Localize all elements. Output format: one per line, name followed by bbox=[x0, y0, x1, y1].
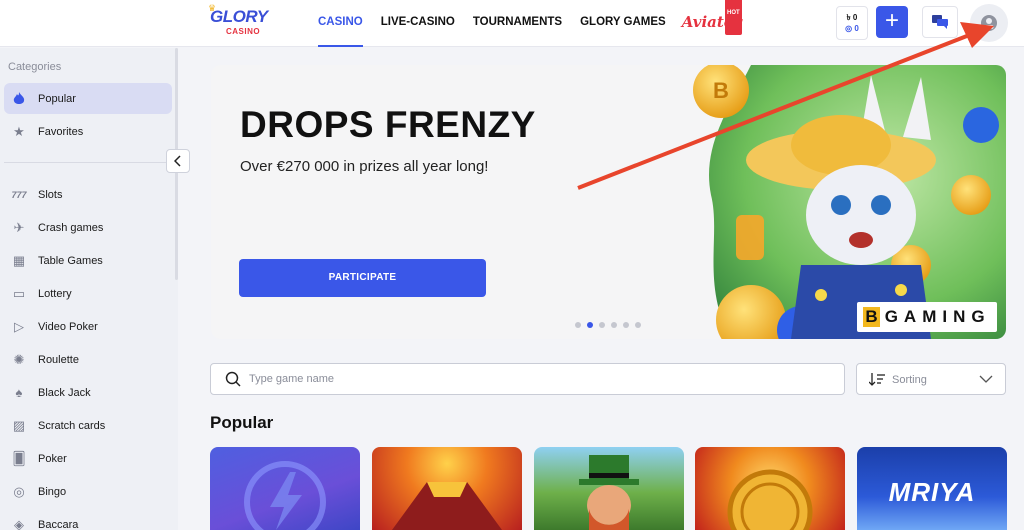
sidebar-item-label: Lottery bbox=[38, 287, 72, 300]
sidebar-item-label: Slots bbox=[38, 188, 63, 201]
chevron-left-icon bbox=[174, 155, 181, 167]
cards-icon: 🂠 bbox=[12, 450, 26, 466]
sidebar-item-bingo[interactable]: ◎ Bingo bbox=[4, 476, 172, 507]
carousel-dot[interactable] bbox=[611, 322, 617, 328]
sidebar-item-black-jack[interactable]: ♠ Black Jack bbox=[4, 377, 172, 408]
carousel-dot[interactable] bbox=[623, 322, 629, 328]
plane-icon: ✈ bbox=[13, 219, 25, 235]
user-icon bbox=[981, 15, 997, 31]
game-tile-leprechaun[interactable] bbox=[534, 447, 684, 530]
search-icon bbox=[225, 371, 241, 387]
sidebar-item-lottery[interactable]: ▭ Lottery bbox=[4, 278, 172, 309]
sidebar-item-label: Favorites bbox=[38, 125, 84, 138]
hot-badge: HOT bbox=[725, 0, 742, 35]
sidebar-collapse-button[interactable] bbox=[166, 149, 190, 173]
chat-button[interactable] bbox=[922, 6, 958, 38]
carousel-dot-active[interactable] bbox=[587, 322, 593, 328]
play-icon: ▷ bbox=[14, 318, 24, 334]
categories-title: Categories bbox=[8, 61, 62, 73]
leprechaun-icon bbox=[579, 455, 639, 530]
svg-text:B: B bbox=[713, 78, 729, 103]
sidebar-item-scratch-cards[interactable]: ▨ Scratch cards bbox=[4, 410, 172, 441]
sidebar-item-label: Crash games bbox=[38, 221, 104, 234]
sidebar-item-label: Bingo bbox=[38, 485, 67, 498]
sidebar-item-label: Baccara bbox=[38, 518, 79, 530]
sidebar-item-favorites[interactable]: ★ Favorites bbox=[4, 116, 172, 147]
provider-logo-b: B bbox=[863, 307, 880, 327]
bunny-illustration: B bbox=[693, 65, 1006, 339]
sidebar-item-label: Black Jack bbox=[38, 386, 91, 399]
nav-tournaments[interactable]: TOURNAMENTS bbox=[473, 0, 562, 47]
main-nav: CASINO LIVE-CASINO TOURNAMENTS GLORY GAM… bbox=[318, 0, 760, 47]
plus-icon: + bbox=[884, 7, 899, 34]
banner-subtitle: Over €270 000 in prizes all year long! bbox=[240, 158, 489, 175]
star-icon: ★ bbox=[13, 123, 25, 139]
carousel-dot[interactable] bbox=[599, 322, 605, 328]
game-tile-volcano[interactable] bbox=[372, 447, 522, 530]
search-input[interactable] bbox=[249, 365, 829, 393]
banner-title: DROPS FRENZY bbox=[240, 104, 536, 145]
spade-icon: ♠ bbox=[15, 385, 23, 400]
provider-logo-rest: GAMING bbox=[884, 307, 991, 326]
top-header: ♛ GLORY CASINO CASINO LIVE-CASINO TOURNA… bbox=[0, 0, 1024, 47]
sorting-label: Sorting bbox=[892, 374, 927, 386]
deposit-plus-button[interactable]: + bbox=[876, 6, 908, 38]
bgaming-provider-logo: B GAMING bbox=[857, 302, 997, 332]
sidebar-item-baccara[interactable]: ◈ Baccara bbox=[4, 509, 172, 530]
carousel-dot[interactable] bbox=[635, 322, 641, 328]
sidebar-item-table-games[interactable]: ▦ Table Games bbox=[4, 245, 172, 276]
sidebar-item-label: Scratch cards bbox=[38, 419, 106, 432]
sidebar-item-crash-games[interactable]: ✈ Crash games bbox=[4, 212, 172, 243]
baccara-icon: ◈ bbox=[14, 516, 24, 530]
sidebar-item-label: Poker bbox=[38, 452, 67, 465]
chevron-down-icon bbox=[979, 375, 993, 383]
table-games-icon: ▦ bbox=[12, 252, 26, 268]
section-title-popular: Popular bbox=[210, 413, 274, 432]
nav-casino[interactable]: CASINO bbox=[318, 0, 363, 47]
roulette-icon: ✺ bbox=[13, 351, 25, 367]
sidebar-item-slots[interactable]: 777 Slots bbox=[4, 179, 172, 210]
user-avatar-button[interactable] bbox=[970, 4, 1008, 42]
nav-aviator[interactable]: Aviator HOT bbox=[682, 0, 742, 47]
logo-subtext: CASINO bbox=[226, 27, 261, 36]
balance-main: ৳ 0 bbox=[846, 13, 858, 22]
sidebar-item-poker[interactable]: 🂠 Poker bbox=[4, 443, 172, 474]
ticket-icon: ▭ bbox=[12, 285, 26, 301]
game-tile-lightning[interactable] bbox=[210, 447, 360, 530]
scratch-card-icon: ▨ bbox=[12, 417, 26, 433]
bingo-ball-icon: ◎ bbox=[13, 483, 25, 499]
game-tile-coin[interactable] bbox=[695, 447, 845, 530]
nav-live-casino[interactable]: LIVE-CASINO bbox=[381, 0, 455, 47]
sidebar-item-label: Table Games bbox=[38, 254, 103, 267]
fire-icon bbox=[10, 91, 28, 106]
sidebar-item-label: Popular bbox=[38, 92, 76, 105]
sidebar-item-label: Video Poker bbox=[38, 320, 98, 333]
volcano-icon bbox=[392, 482, 502, 530]
slots-777-icon: 777 bbox=[11, 189, 27, 200]
mriya-title: MRIYA bbox=[888, 477, 976, 507]
game-tile-mriya[interactable]: MRIYA bbox=[857, 447, 1007, 530]
coin-icon bbox=[727, 469, 813, 530]
chat-icon bbox=[932, 15, 948, 29]
sidebar-divider bbox=[4, 162, 174, 163]
balance-widget[interactable]: ৳ 0 ◎ 0 bbox=[836, 6, 868, 40]
sidebar-item-video-poker[interactable]: ▷ Video Poker bbox=[4, 311, 172, 342]
lightning-icon bbox=[244, 461, 326, 530]
balance-bonus: ◎ 0 bbox=[845, 24, 859, 33]
sidebar-item-popular[interactable]: Popular bbox=[4, 83, 172, 114]
sorting-dropdown[interactable]: Sorting bbox=[856, 363, 1006, 395]
carousel-dot[interactable] bbox=[575, 322, 581, 328]
glory-casino-logo[interactable]: ♛ GLORY CASINO bbox=[208, 3, 272, 39]
game-search[interactable] bbox=[210, 363, 845, 395]
sort-icon bbox=[869, 373, 885, 386]
sidebar-item-roulette[interactable]: ✺ Roulette bbox=[4, 344, 172, 375]
participate-button[interactable]: PARTICIPATE bbox=[239, 259, 486, 297]
sidebar-item-label: Roulette bbox=[38, 353, 79, 366]
logo-text: GLORY bbox=[210, 7, 268, 26]
carousel-dots bbox=[575, 322, 647, 328]
nav-glory-games[interactable]: GLORY GAMES bbox=[580, 0, 666, 47]
